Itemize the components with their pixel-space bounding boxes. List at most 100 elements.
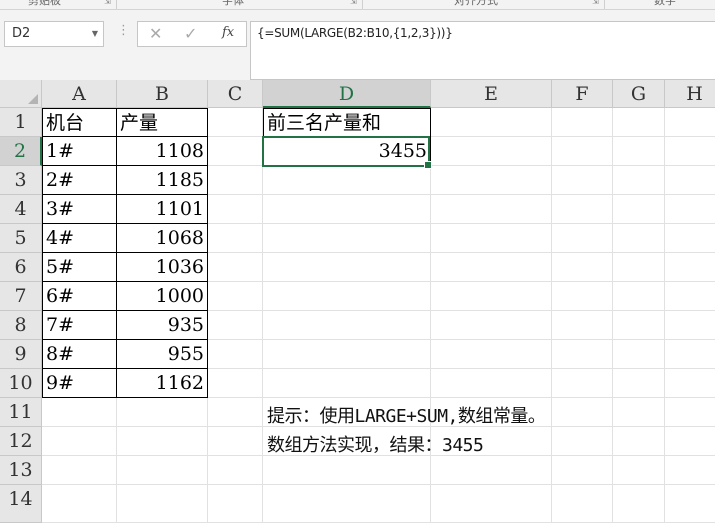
empty-cell[interactable] xyxy=(208,485,263,523)
empty-cell[interactable] xyxy=(208,253,263,282)
row-header-13[interactable]: 13 xyxy=(0,456,42,485)
empty-cell[interactable] xyxy=(208,427,263,456)
empty-cell[interactable] xyxy=(208,108,263,137)
empty-cell[interactable] xyxy=(613,340,665,369)
empty-cell[interactable] xyxy=(431,369,552,398)
empty-cell[interactable] xyxy=(665,137,715,166)
column-header-e[interactable]: E xyxy=(431,80,552,108)
empty-cell[interactable] xyxy=(665,195,715,224)
cell-d1[interactable]: 前三名产量和 xyxy=(263,108,431,137)
ribbon-group-number[interactable]: 数字 xyxy=(654,0,676,8)
alignment-launcher-icon[interactable]: ⇲ xyxy=(592,0,599,6)
cell-b8[interactable]: 935 xyxy=(117,311,208,340)
empty-cell[interactable] xyxy=(613,166,665,195)
row-header-6[interactable]: 6 xyxy=(0,253,42,282)
cell-a9[interactable]: 8# xyxy=(42,340,117,369)
empty-cell[interactable] xyxy=(552,311,613,340)
empty-cell[interactable] xyxy=(263,253,431,282)
row-header-1[interactable]: 1 xyxy=(0,108,42,137)
empty-cell[interactable] xyxy=(431,224,552,253)
empty-cell[interactable] xyxy=(665,282,715,311)
empty-cell[interactable] xyxy=(613,398,665,427)
empty-cell[interactable] xyxy=(208,224,263,253)
formula-input[interactable]: {=SUM(LARGE(B2:B10,{1,2,3}))} xyxy=(250,21,715,80)
empty-cell[interactable] xyxy=(208,137,263,166)
cell-b7[interactable]: 1000 xyxy=(117,282,208,311)
cell-a6[interactable]: 5# xyxy=(42,253,117,282)
chevron-down-icon[interactable]: ▼ xyxy=(92,22,98,46)
row-header-8[interactable]: 8 xyxy=(0,311,42,340)
empty-cell[interactable] xyxy=(552,485,613,523)
row-header-3[interactable]: 3 xyxy=(0,166,42,195)
empty-cell[interactable] xyxy=(263,224,431,253)
empty-cell[interactable] xyxy=(613,485,665,523)
ribbon-group-alignment[interactable]: 对齐方式 xyxy=(454,0,498,8)
empty-cell[interactable] xyxy=(613,195,665,224)
empty-cell[interactable] xyxy=(613,282,665,311)
insert-function-icon[interactable]: fx xyxy=(222,25,234,40)
empty-cell[interactable] xyxy=(431,340,552,369)
empty-cell[interactable] xyxy=(208,398,263,427)
font-launcher-icon[interactable]: ⇲ xyxy=(350,0,357,6)
empty-cell[interactable] xyxy=(665,311,715,340)
cell-d12-note[interactable]: 数组方法实现，结果：3455 xyxy=(267,431,484,457)
empty-cell[interactable] xyxy=(117,427,208,456)
cell-a5[interactable]: 4# xyxy=(42,224,117,253)
empty-cell[interactable] xyxy=(263,311,431,340)
cell-b2[interactable]: 1108 xyxy=(117,137,208,166)
empty-cell[interactable] xyxy=(552,340,613,369)
empty-cell[interactable] xyxy=(552,456,613,485)
empty-cell[interactable] xyxy=(665,485,715,523)
empty-cell[interactable] xyxy=(665,456,715,485)
empty-cell[interactable] xyxy=(613,224,665,253)
empty-cell[interactable] xyxy=(431,253,552,282)
ribbon-group-font[interactable]: 字体 xyxy=(222,0,244,8)
empty-cell[interactable] xyxy=(665,108,715,137)
cell-b10[interactable]: 1162 xyxy=(117,369,208,398)
cell-a3[interactable]: 2# xyxy=(42,166,117,195)
empty-cell[interactable] xyxy=(263,195,431,224)
empty-cell[interactable] xyxy=(431,108,552,137)
column-header-g[interactable]: G xyxy=(613,80,665,108)
empty-cell[interactable] xyxy=(552,427,613,456)
empty-cell[interactable] xyxy=(665,398,715,427)
empty-cell[interactable] xyxy=(431,311,552,340)
cell-b5[interactable]: 1068 xyxy=(117,224,208,253)
empty-cell[interactable] xyxy=(42,398,117,427)
cell-a8[interactable]: 7# xyxy=(42,311,117,340)
empty-cell[interactable] xyxy=(552,282,613,311)
empty-cell[interactable] xyxy=(208,282,263,311)
empty-cell[interactable] xyxy=(208,340,263,369)
row-header-11[interactable]: 11 xyxy=(0,398,42,427)
cell-a2[interactable]: 1# xyxy=(42,137,117,166)
empty-cell[interactable] xyxy=(208,166,263,195)
empty-cell[interactable] xyxy=(431,456,552,485)
empty-cell[interactable] xyxy=(552,398,613,427)
check-icon[interactable]: ✓ xyxy=(184,24,197,43)
cell-a10[interactable]: 9# xyxy=(42,369,117,398)
row-header-14[interactable]: 14 xyxy=(0,485,42,523)
row-header-7[interactable]: 7 xyxy=(0,282,42,311)
empty-cell[interactable] xyxy=(552,369,613,398)
empty-cell[interactable] xyxy=(431,137,552,166)
empty-cell[interactable] xyxy=(208,311,263,340)
empty-cell[interactable] xyxy=(665,369,715,398)
row-header-9[interactable]: 9 xyxy=(0,340,42,369)
cell-b1[interactable]: 产量 xyxy=(117,108,208,137)
empty-cell[interactable] xyxy=(263,340,431,369)
empty-cell[interactable] xyxy=(552,253,613,282)
column-header-a[interactable]: A xyxy=(42,80,117,108)
column-header-h[interactable]: H xyxy=(665,80,715,108)
empty-cell[interactable] xyxy=(552,108,613,137)
empty-cell[interactable] xyxy=(263,369,431,398)
empty-cell[interactable] xyxy=(613,108,665,137)
empty-cell[interactable] xyxy=(42,427,117,456)
empty-cell[interactable] xyxy=(117,485,208,523)
column-header-d[interactable]: D xyxy=(263,80,431,108)
empty-cell[interactable] xyxy=(208,195,263,224)
empty-cell[interactable] xyxy=(552,166,613,195)
empty-cell[interactable] xyxy=(42,485,117,523)
empty-cell[interactable] xyxy=(613,253,665,282)
name-box[interactable]: D2 ▼ xyxy=(4,21,104,47)
empty-cell[interactable] xyxy=(208,369,263,398)
